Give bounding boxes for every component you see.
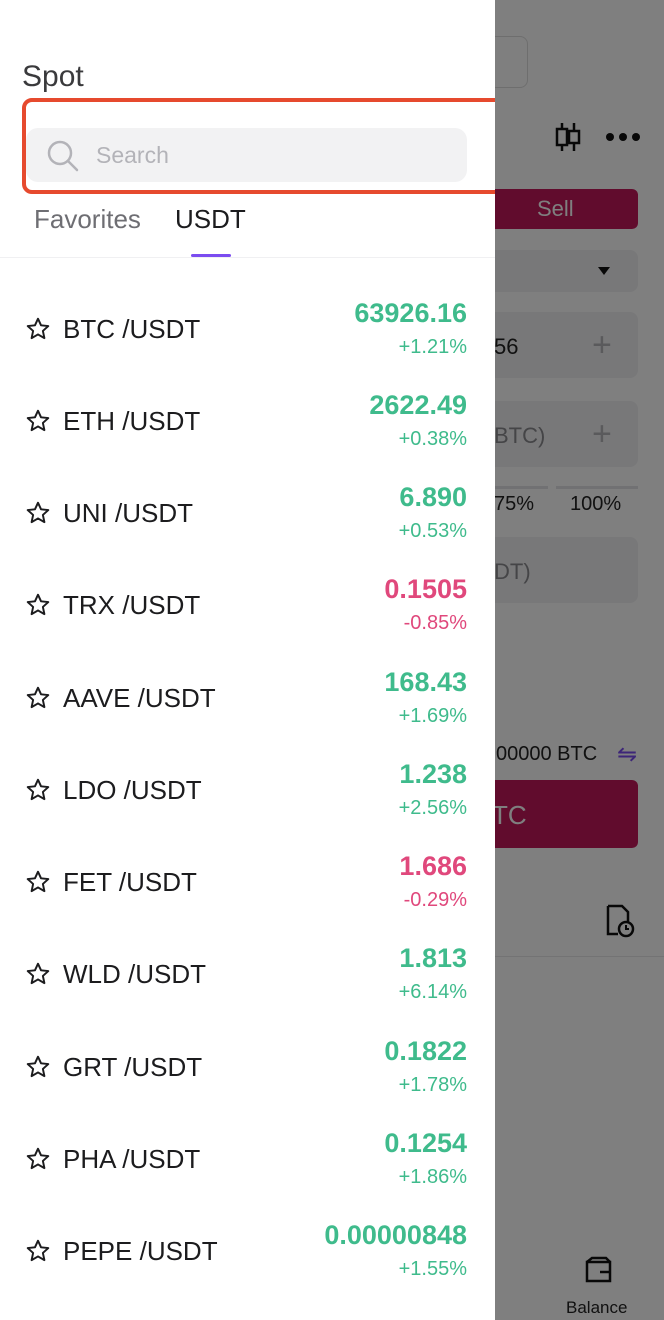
pair-row[interactable]: LDO /USDT 1.238 +2.56% (0, 759, 495, 851)
search-box[interactable] (26, 128, 467, 182)
pair-row[interactable]: AAVE /USDT 168.43 +1.69% (0, 667, 495, 759)
pair-symbol: UNI /USDT (63, 498, 193, 528)
pair-symbol: PHA /USDT (63, 1144, 201, 1174)
star-icon[interactable] (25, 1238, 51, 1264)
pair-change: +2.56% (398, 797, 467, 819)
pair-symbol: PEPE /USDT (63, 1236, 218, 1266)
pair-row[interactable]: PEPE /USDT 0.00000848 +1.55% (0, 1220, 495, 1312)
search-input[interactable] (96, 128, 456, 182)
tab-usdt[interactable]: USDT (175, 204, 246, 235)
pair-change: -0.85% (403, 612, 467, 634)
star-icon[interactable] (25, 961, 51, 987)
pair-change: +1.78% (398, 1074, 467, 1096)
pair-change: +6.14% (398, 981, 467, 1003)
pair-change: +0.53% (398, 520, 467, 542)
pair-row[interactable]: WLD /USDT 1.813 +6.14% (0, 943, 495, 1035)
tab-divider (0, 257, 495, 258)
pair-symbol: WLD /USDT (63, 959, 206, 989)
pair-price: 2622.49 (369, 390, 467, 420)
pair-price: 0.1505 (384, 574, 467, 604)
pair-symbol: ETH /USDT (63, 406, 201, 436)
pair-row[interactable]: ETH /USDT 2622.49 +0.38% (0, 390, 495, 482)
pair-change: +0.38% (398, 428, 467, 450)
pair-symbol: LDO /USDT (63, 775, 202, 805)
star-icon[interactable] (25, 592, 51, 618)
star-icon[interactable] (25, 777, 51, 803)
pair-symbol: AAVE /USDT (63, 683, 216, 713)
pair-row[interactable]: TRX /USDT 0.1505 -0.85% (0, 574, 495, 666)
star-icon[interactable] (25, 316, 51, 342)
star-icon[interactable] (25, 685, 51, 711)
spot-pair-drawer: Spot Favorites USDT BTC /USDT 63926.16 +… (0, 0, 495, 1320)
star-icon[interactable] (25, 1146, 51, 1172)
pair-price: 63926.16 (354, 298, 467, 328)
pair-change: +1.21% (398, 336, 467, 358)
star-icon[interactable] (25, 1054, 51, 1080)
pair-symbol: BTC /USDT (63, 314, 201, 344)
drawer-title: Spot (22, 60, 84, 93)
pair-row[interactable]: UNI /USDT 6.890 +0.53% (0, 482, 495, 574)
pair-change: +1.69% (398, 705, 467, 727)
pair-price: 6.890 (399, 482, 467, 512)
pair-change: -0.29% (403, 889, 467, 911)
pair-price: 1.686 (399, 851, 467, 881)
pair-change: +1.86% (398, 1166, 467, 1188)
star-icon[interactable] (25, 869, 51, 895)
pair-symbol: TRX /USDT (63, 590, 201, 620)
star-icon[interactable] (25, 500, 51, 526)
star-icon[interactable] (25, 408, 51, 434)
pair-price: 1.813 (399, 943, 467, 973)
pair-row[interactable]: FET /USDT 1.686 -0.29% (0, 851, 495, 943)
pair-row[interactable]: PHA /USDT 0.1254 +1.86% (0, 1128, 495, 1220)
pair-symbol: GRT /USDT (63, 1052, 203, 1082)
pair-price: 0.1254 (384, 1128, 467, 1158)
pair-price: 0.00000848 (324, 1220, 467, 1250)
pair-symbol: FET /USDT (63, 867, 197, 897)
pair-row[interactable]: GRT /USDT 0.1822 +1.78% (0, 1036, 495, 1128)
tab-favorites[interactable]: Favorites (34, 204, 141, 235)
pair-row[interactable]: BTC /USDT 63926.16 +1.21% (0, 298, 495, 390)
pair-price: 168.43 (384, 667, 467, 697)
pair-price: 1.238 (399, 759, 467, 789)
pair-change: +1.55% (398, 1258, 467, 1280)
search-icon (47, 140, 79, 172)
pair-price: 0.1822 (384, 1036, 467, 1066)
